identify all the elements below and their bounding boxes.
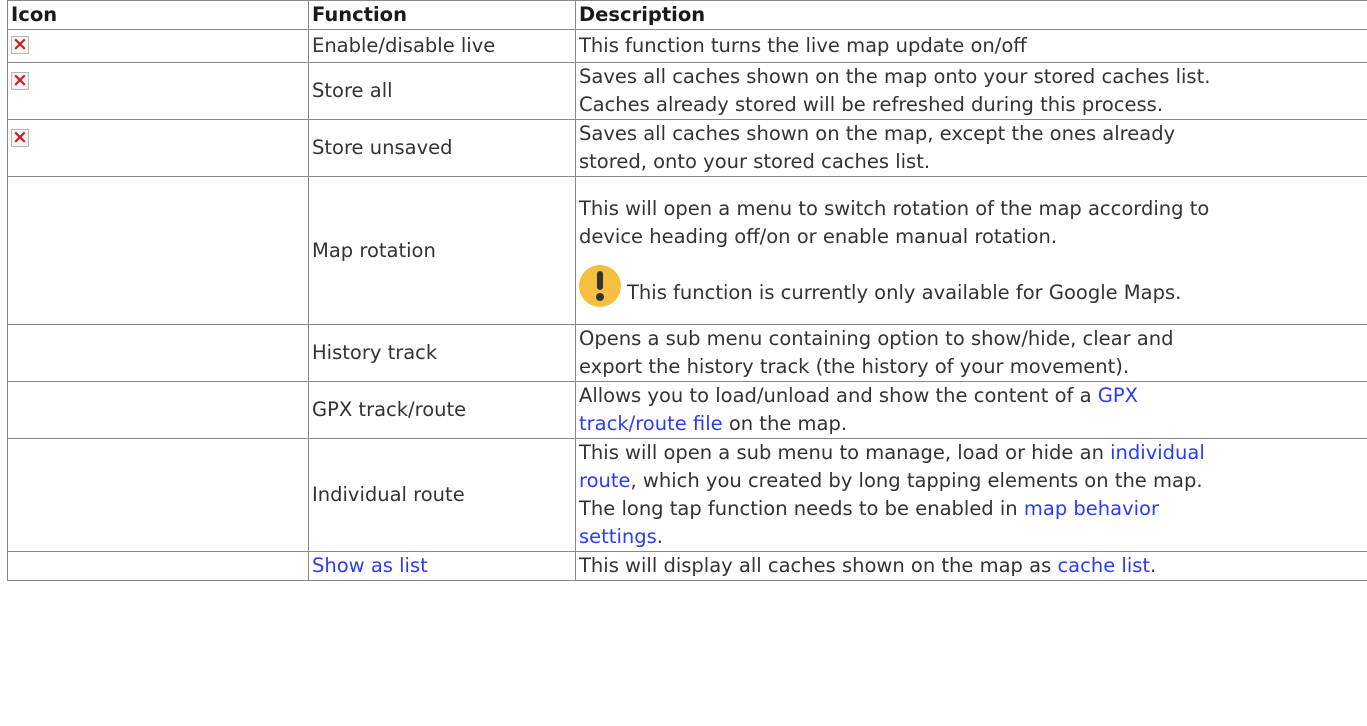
description-line: export the history track (the history of… [579, 355, 1130, 378]
icon-cell [7, 62, 309, 120]
icon-cell [7, 551, 309, 581]
individual-route-link[interactable]: individual [1110, 441, 1205, 464]
function-cell: History track [308, 324, 576, 382]
table-row: GPX track/route Allows you to load/unloa… [7, 381, 1367, 439]
description-line: track/route file on the map. [579, 410, 1364, 438]
description-line: route, which you created by long tapping… [579, 467, 1364, 495]
show-as-list-link[interactable]: Show as list [312, 554, 428, 577]
description-line: This will open a sub menu to manage, loa… [579, 439, 1364, 467]
header-icon: Icon [7, 0, 309, 30]
description-line: Saves all caches shown on the map onto y… [579, 65, 1211, 88]
icon-cell [7, 119, 309, 177]
description-line: stored, onto your stored caches list. [579, 150, 931, 173]
description-line: Caches already stored will be refreshed … [579, 93, 1164, 116]
description-text: . [1150, 554, 1157, 577]
description-text: This will display all caches shown on th… [579, 554, 1058, 577]
description-cell: This will open a sub menu to manage, loa… [575, 438, 1367, 552]
header-description: Description [575, 0, 1367, 30]
table-row: Individual route This will open a sub me… [7, 438, 1367, 552]
icon-cell [7, 29, 309, 63]
gpx-track-route-file-link[interactable]: track/route file [579, 412, 723, 435]
function-cell: Individual route [308, 438, 576, 552]
cache-list-link[interactable]: cache list [1057, 554, 1150, 577]
description-line: settings. [579, 523, 1364, 551]
description-cell: This will open a menu to switch rotation… [575, 176, 1367, 325]
icon-cell [7, 176, 309, 325]
table-header-row: Icon Function Description [7, 0, 1367, 30]
description-line: Allows you to load/unload and show the c… [579, 382, 1364, 410]
table-row: Map rotation This will open a menu to sw… [7, 176, 1367, 325]
table-row: Show as list This will display all cache… [7, 551, 1367, 581]
table-row: Store unsaved Saves all caches shown on … [7, 119, 1367, 177]
description-cell: Allows you to load/unload and show the c… [575, 381, 1367, 439]
description-text: The long tap function needs to be enable… [579, 497, 1024, 520]
broken-image-icon [11, 124, 29, 150]
description-cell: This will display all caches shown on th… [575, 551, 1367, 581]
description-cell: This function turns the live map update … [575, 29, 1367, 63]
function-cell: Store all [308, 62, 576, 120]
description-line: device heading off/on or enable manual r… [579, 224, 1058, 248]
function-cell: Enable/disable live [308, 29, 576, 63]
table-row: History track Opens a sub menu containin… [7, 324, 1367, 382]
description-line: The long tap function needs to be enable… [579, 495, 1364, 523]
broken-image-icon [11, 31, 29, 57]
description-cell: Opens a sub menu containing option to sh… [575, 324, 1367, 382]
icon-cell [7, 381, 309, 439]
broken-image-icon [11, 67, 29, 93]
map-behavior-settings-link[interactable]: settings [579, 525, 657, 548]
function-cell: Show as list [308, 551, 576, 581]
description-text: on the map. [722, 412, 848, 435]
table-row: Enable/disable live This function turns … [7, 29, 1367, 63]
description-line: This will open a menu to switch rotation… [579, 196, 1210, 220]
map-behavior-link[interactable]: map behavior [1024, 497, 1159, 520]
function-cell: GPX track/route [308, 381, 576, 439]
functions-table: Icon Function Description Enable/disable… [7, 0, 1367, 581]
info-note: This function is currently only availabl… [579, 264, 1364, 307]
description-line: Opens a sub menu containing option to sh… [579, 327, 1174, 350]
icon-cell [7, 324, 309, 382]
description-text: Allows you to load/unload and show the c… [579, 384, 1098, 407]
description-text: , which you created by long tapping elem… [630, 469, 1203, 492]
description-line: Saves all caches shown on the map, excep… [579, 122, 1176, 145]
icon-cell [7, 438, 309, 552]
individual-route-link-continued[interactable]: route [579, 469, 631, 492]
description-text: This will open a sub menu to manage, loa… [579, 441, 1111, 464]
table-row: Store all Saves all caches shown on the … [7, 62, 1367, 120]
note-text: This function is currently only availabl… [627, 280, 1182, 304]
description-cell: Saves all caches shown on the map, excep… [575, 119, 1367, 177]
function-cell: Map rotation [308, 176, 576, 325]
function-cell: Store unsaved [308, 119, 576, 177]
description-text: . [656, 525, 663, 548]
description-cell: Saves all caches shown on the map onto y… [575, 62, 1367, 120]
warning-icon [579, 264, 621, 307]
header-function: Function [308, 0, 576, 30]
gpx-link[interactable]: GPX [1098, 384, 1138, 407]
